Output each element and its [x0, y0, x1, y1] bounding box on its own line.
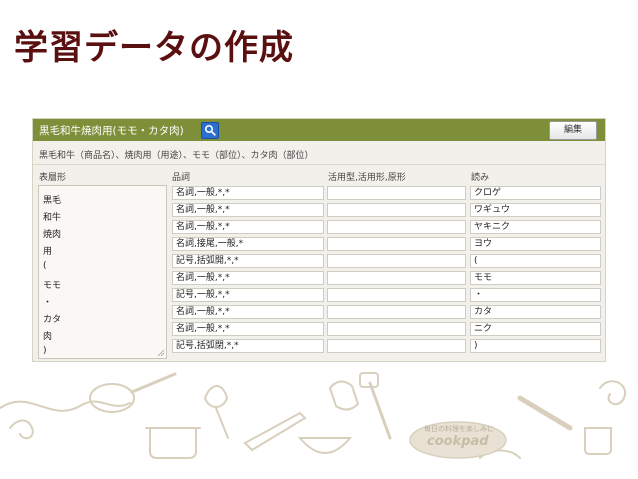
conjugation-field[interactable]	[327, 203, 466, 217]
reading-field[interactable]: ヨウ	[470, 237, 601, 251]
conjugation-field[interactable]	[327, 186, 466, 200]
search-icon	[204, 124, 216, 136]
surface-token: 焼肉	[43, 230, 62, 240]
conjugation-field[interactable]	[327, 237, 466, 251]
reading-field[interactable]: ヤキニク	[470, 220, 601, 234]
divider	[33, 164, 605, 165]
pos-field[interactable]: 名詞,一般,*,*	[172, 220, 324, 234]
conjugation-field[interactable]	[327, 305, 466, 319]
conjugation-field[interactable]	[327, 220, 466, 234]
conjugation-field[interactable]	[327, 322, 466, 336]
pos-field[interactable]: 名詞,接尾,一般,*	[172, 237, 324, 251]
reading-field[interactable]: クロゲ	[470, 186, 601, 200]
pos-field[interactable]: 名詞,一般,*,*	[172, 186, 324, 200]
reading-field[interactable]: ワギュウ	[470, 203, 601, 217]
surface-token: 肉	[43, 332, 53, 342]
conjugation-field[interactable]	[327, 339, 466, 353]
surface-token: ・	[43, 298, 53, 308]
pos-field[interactable]: 記号,一般,*,*	[172, 288, 324, 302]
footer-tagline: 毎日の料理を楽しみに	[424, 425, 494, 433]
product-description: 黒毛和牛（商品名）、焼肉用（用途）、モモ（部位）、カタ肉（部位）	[39, 151, 314, 161]
column-header-reading: 読み	[471, 173, 490, 183]
panel-header: 黒毛和牛焼肉用(モモ・カタ肉) 編集	[33, 119, 605, 141]
conjugation-field[interactable]	[327, 271, 466, 285]
reading-field[interactable]: (	[470, 254, 601, 268]
edit-button[interactable]: 編集	[549, 121, 597, 140]
pos-field[interactable]: 名詞,一般,*,*	[172, 203, 324, 217]
reading-field[interactable]: )	[470, 339, 601, 353]
product-title: 黒毛和牛焼肉用(モモ・カタ肉)	[39, 125, 184, 137]
reading-field[interactable]: カタ	[470, 305, 601, 319]
surface-token: 用	[43, 247, 53, 257]
surface-textarea[interactable]: 黒毛 和牛 焼肉 用 ( モモ ・ カタ 肉 )	[38, 185, 167, 359]
pos-field[interactable]: 記号,括弧閉,*,*	[172, 339, 324, 353]
surface-token: モモ	[43, 281, 62, 291]
resize-grip-icon[interactable]	[157, 349, 165, 357]
morphology-panel: 黒毛和牛焼肉用(モモ・カタ肉) 編集 黒毛和牛（商品名）、焼肉用（用途）、モモ（…	[32, 118, 606, 362]
conjugation-field[interactable]	[327, 288, 466, 302]
reading-field[interactable]: ニク	[470, 322, 601, 336]
surface-token: カタ	[43, 315, 62, 325]
pos-field[interactable]: 名詞,一般,*,*	[172, 271, 324, 285]
slide-title: 学習データの作成	[14, 28, 294, 68]
cookpad-logo: cookpad	[427, 434, 489, 449]
reading-field[interactable]: モモ	[470, 271, 601, 285]
conjugation-field[interactable]	[327, 254, 466, 268]
surface-token: 黒毛	[43, 196, 62, 206]
column-header-conjugation: 活用型,活用形,原形	[328, 173, 406, 183]
reading-field[interactable]: ・	[470, 288, 601, 302]
pos-field[interactable]: 名詞,一般,*,*	[172, 305, 324, 319]
surface-token: (	[43, 261, 47, 271]
surface-token: )	[43, 346, 47, 356]
pos-field[interactable]: 名詞,一般,*,*	[172, 322, 324, 336]
search-button[interactable]	[201, 122, 219, 139]
pos-field[interactable]: 記号,括弧開,*,*	[172, 254, 324, 268]
column-header-surface: 表層形	[39, 173, 67, 183]
surface-token: 和牛	[43, 213, 62, 223]
column-header-pos: 品詞	[172, 173, 191, 183]
kitchen-doodle-decoration	[0, 372, 627, 459]
